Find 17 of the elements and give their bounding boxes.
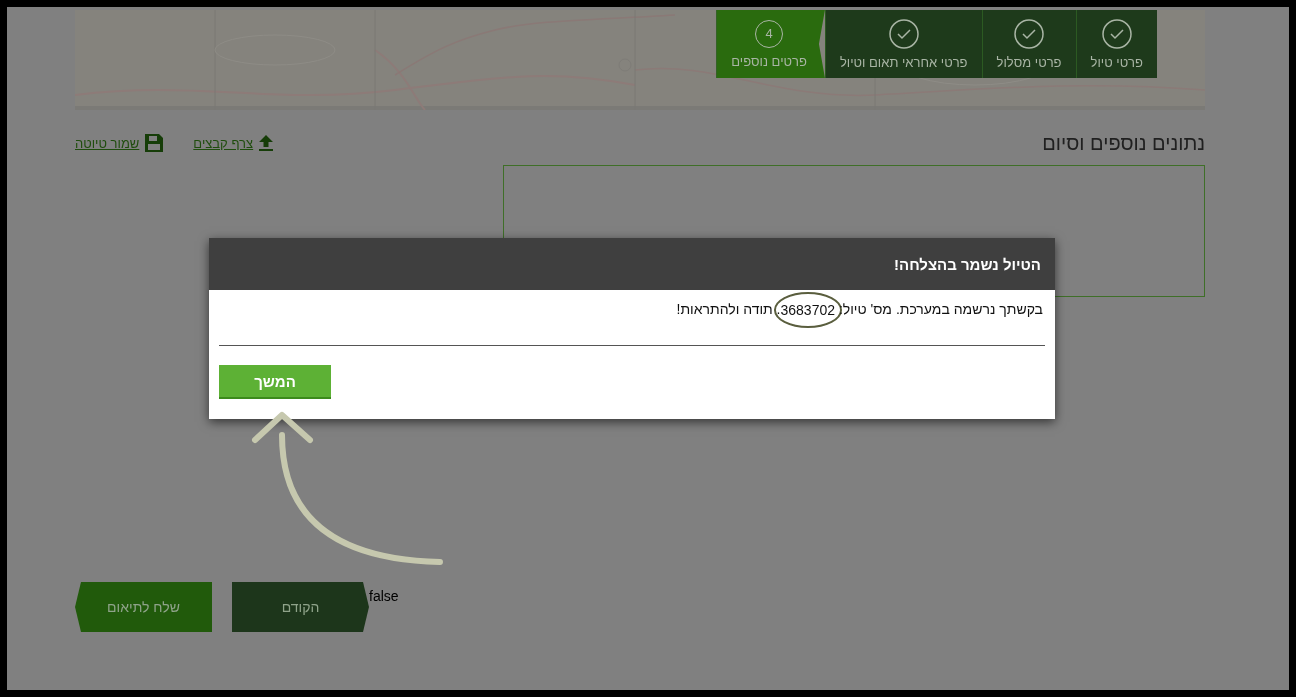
send-button[interactable]: שלח לתיאום	[75, 582, 212, 632]
step-tab[interactable]: פרטי טיול	[1075, 10, 1157, 78]
step-label: פרטי מסלול	[996, 54, 1062, 70]
step-label: פרטי אחראי תאום וטיול	[839, 54, 968, 70]
save-draft-link[interactable]: שמור טיוטה	[75, 134, 164, 152]
previous-button[interactable]: הקודם	[232, 582, 369, 632]
step-tab[interactable]: פרטי אחראי תאום וטיול	[824, 10, 982, 78]
attach-files-link[interactable]: צרף קבצים	[193, 134, 274, 152]
save-icon	[145, 134, 164, 152]
dialog-title: הטיול נשמר בהצלחה!	[894, 255, 1041, 273]
step-label: פרטי טיול	[1090, 54, 1143, 70]
step-tab[interactable]: פרטי מסלול	[981, 10, 1076, 78]
debug-text: false	[369, 588, 399, 604]
upload-icon	[259, 135, 274, 151]
section-title: נתונים נוספים וסיום	[1042, 131, 1205, 155]
continue-button[interactable]: המשך	[219, 365, 331, 399]
step-label: פרטים נוספים	[731, 53, 807, 69]
